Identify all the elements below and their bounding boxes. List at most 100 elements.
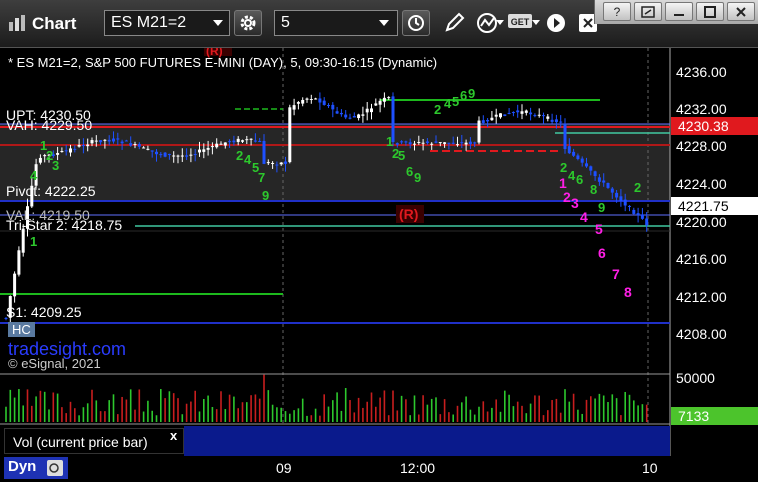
app-title: Chart — [32, 14, 77, 33]
chart-info-line: * ES M21=2, S&P 500 FUTURES E-MINI (DAY)… — [8, 55, 438, 70]
pencil-icon — [445, 12, 465, 32]
volume-bar — [633, 400, 635, 422]
svg-text:4: 4 — [444, 96, 452, 111]
candle-body — [198, 149, 201, 153]
volume-bar — [13, 397, 16, 422]
candle-body — [296, 102, 300, 104]
volume-bar — [465, 396, 467, 422]
chevron-down-icon[interactable] — [379, 20, 389, 26]
svg-text:4: 4 — [568, 168, 576, 183]
volume-bar — [344, 388, 347, 422]
candle-body — [352, 115, 356, 118]
candle-body — [425, 141, 429, 143]
volume-bar — [332, 400, 334, 422]
hc-label: HC — [8, 322, 35, 337]
volume-bar — [645, 404, 648, 422]
candle-body — [456, 144, 459, 146]
candle-body — [284, 161, 287, 164]
candle-body — [176, 155, 180, 157]
volume-bar — [125, 399, 128, 422]
candle-body — [288, 107, 292, 163]
volume-bar — [129, 389, 132, 422]
play-button[interactable] — [542, 10, 570, 36]
candle-body — [378, 100, 382, 105]
minimize-button[interactable] — [665, 2, 693, 21]
window-controls: ? — [594, 0, 758, 24]
candle-body — [279, 162, 283, 165]
volume-panel-fill — [184, 426, 670, 456]
svg-text:5: 5 — [452, 94, 459, 109]
candle-body — [103, 139, 107, 141]
volume-bar — [69, 401, 72, 422]
volume-bar — [99, 411, 102, 422]
volume-bar — [590, 396, 592, 422]
volume-bar — [405, 399, 407, 422]
candle-body — [382, 97, 386, 102]
candle-body — [327, 105, 330, 107]
candle-body — [13, 273, 17, 297]
link-window-button[interactable] — [634, 2, 662, 21]
volume-study-label[interactable]: Vol (current price bar) — [4, 428, 184, 454]
chevron-down-icon[interactable] — [213, 20, 223, 26]
price-axis-label: 4212.00 — [676, 289, 727, 305]
candle-body — [361, 114, 365, 116]
candle-body — [107, 139, 111, 142]
volume-bar — [529, 403, 532, 422]
price-axis-label: 4220.00 — [676, 214, 727, 230]
volume-bar — [469, 409, 472, 422]
volume-bar — [194, 390, 196, 422]
candle-body — [563, 123, 567, 149]
maximize-button[interactable] — [696, 2, 724, 21]
volume-bar — [246, 402, 248, 422]
get-data-button[interactable]: GET — [506, 10, 534, 36]
candle-body — [219, 143, 223, 145]
chevron-down-icon[interactable] — [496, 20, 504, 25]
candle-body — [245, 139, 249, 141]
volume-bar — [112, 394, 115, 422]
draw-tool-button[interactable] — [440, 10, 468, 36]
svg-text:9: 9 — [262, 188, 269, 203]
volume-bar — [220, 391, 222, 422]
time-label: 09 — [276, 460, 292, 476]
volume-bar — [387, 415, 390, 422]
candle-body — [137, 144, 141, 147]
volume-bar — [564, 389, 566, 422]
volume-bar — [203, 398, 205, 422]
candle-body — [529, 112, 533, 115]
play-icon — [547, 14, 565, 32]
dynamic-button[interactable]: Dyn — [4, 457, 68, 479]
dynamic-label: Dyn — [8, 458, 37, 475]
candle-body — [610, 188, 614, 193]
time-button[interactable] — [402, 10, 430, 36]
volume-bar — [26, 389, 29, 422]
volume-bar — [615, 398, 618, 422]
candle-body — [486, 119, 490, 122]
candle-body — [473, 142, 477, 144]
volume-bar — [357, 397, 360, 422]
candle-body — [266, 162, 270, 164]
volume-bar — [160, 389, 162, 422]
symbol-selector[interactable]: ES M21=2 — [104, 10, 230, 36]
candle-body — [232, 140, 236, 143]
volume-bar — [435, 397, 437, 422]
close-window-button[interactable] — [727, 2, 755, 21]
svg-text:9: 9 — [414, 170, 421, 185]
candle-body — [464, 142, 468, 145]
help-button[interactable]: ? — [603, 2, 631, 21]
candle-body — [434, 141, 438, 143]
volume-bar — [233, 396, 235, 422]
interval-selector[interactable]: 5 — [274, 10, 398, 36]
candle-body — [357, 114, 361, 119]
r-marker-mid: (R) — [399, 206, 418, 222]
volume-bar — [237, 408, 239, 422]
chevron-down-icon[interactable] — [532, 20, 540, 25]
close-study-button[interactable]: x — [170, 428, 177, 443]
candle-body — [546, 116, 550, 119]
price-chart[interactable]: 12 34 24 57 9 12 56 9 24 56 9 24 68 92 1… — [0, 48, 758, 456]
volume-bar — [284, 411, 287, 422]
settings-button[interactable] — [234, 10, 262, 36]
volume-bar — [138, 389, 141, 422]
volume-bar — [276, 407, 278, 422]
candle-body — [292, 105, 296, 110]
candle-body — [202, 149, 206, 152]
